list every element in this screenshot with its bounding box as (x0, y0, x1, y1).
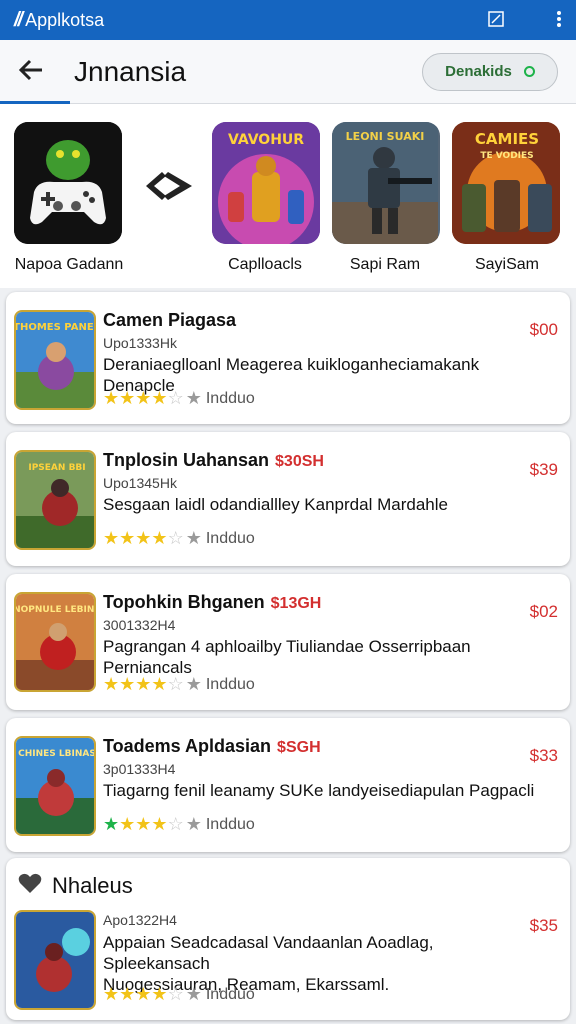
thumb-text: NOPNULE LEBINS (16, 605, 96, 615)
thumb-text: THOMES PANES (16, 322, 96, 333)
rating-label: Indduo (205, 389, 255, 407)
item-description: Tiagarng fenil leanamy SUKe landyeisedia… (103, 781, 535, 800)
item-id: 3001332H4 (103, 617, 176, 633)
star-rating: ★ ★ ★ ★ ☆ ★ Indduo (103, 984, 255, 1004)
thumb-text: CHINES LBINAS (18, 749, 96, 759)
carousel-item-4[interactable]: CAMIES TE VODIES (452, 122, 560, 244)
star-rating: ★ ★ ★ ★ ☆ ★ Indduo (103, 388, 255, 408)
carousel-item-3[interactable]: LEONI SUAKI (332, 122, 440, 244)
carousel-item-1[interactable] (14, 122, 122, 244)
rating-label: Indduo (205, 675, 255, 693)
rating-label: Indduo (205, 985, 255, 1003)
thumb-text: IPSEAN BBI (28, 463, 85, 473)
carousel-label: Sapi Ram (349, 256, 421, 273)
price-tag: $30SH (275, 453, 324, 470)
heart-icon[interactable] (18, 872, 42, 900)
star-rating: ★ ★ ★ ★ ☆ ★ Indduo (103, 814, 255, 834)
game-thumbnail (14, 910, 96, 1010)
back-arrow-icon[interactable] (18, 56, 58, 88)
favorites-section: Nhaleus Apo1322H4 Appaian Seadcadasal Va… (6, 858, 570, 1020)
gamepad-mascot-icon (14, 122, 122, 244)
list-item[interactable]: THOMES PANES Camen Piagasa Upo1333Hk Der… (6, 292, 570, 424)
item-price: $39 (529, 460, 558, 479)
game-thumbnail: IPSEAN BBI (14, 450, 96, 550)
item-title: Toadems Apldasian $SGH (103, 736, 321, 756)
carousel-next-icon[interactable] (142, 164, 196, 208)
item-price: $35 (529, 916, 558, 935)
carousel-label: Napoa Gadann (14, 256, 124, 273)
item-id: Upo1345Hk (103, 475, 177, 491)
carousel-label: Caplloacls (228, 256, 302, 273)
rating-label: Indduo (205, 815, 255, 833)
item-price: $33 (529, 746, 558, 765)
game-thumbnail: THOMES PANES (14, 310, 96, 410)
list-item[interactable]: CHINES LBINAS Toadems Apldasian $SGH 3p01… (6, 718, 570, 852)
item-id: Apo1322H4 (103, 912, 177, 928)
carousel-label: SayiSam (474, 256, 540, 273)
price-tag: $SGH (277, 739, 321, 756)
item-id: Upo1333Hk (103, 335, 177, 351)
star-rating: ★ ★ ★ ★ ☆ ★ Indduo (103, 674, 255, 694)
app-bar: // Applkotsa (0, 0, 576, 40)
game-thumbnail: NOPNULE LEBINS (14, 592, 96, 692)
list-item[interactable]: IPSEAN BBI Tnplosin Uahansan $30SH Upo134… (6, 432, 570, 566)
art-text: LEONI SUAKI (346, 130, 425, 143)
filter-pill-button[interactable]: Denakids (422, 52, 558, 91)
page-header: Jnnansia Denakids (0, 40, 576, 104)
rating-label: Indduo (205, 529, 255, 547)
price-tag: $13GH (270, 595, 322, 612)
pill-label: Denakids (445, 63, 512, 80)
item-title: Camen Piagasa (103, 310, 237, 330)
featured-carousel: Napoa Gadann VAVOHUR Caplloacls LEONI SU… (0, 104, 576, 288)
edit-icon[interactable] (488, 10, 504, 30)
item-id: 3p01333H4 (103, 761, 176, 777)
section-header: Nhaleus (18, 872, 133, 900)
art-text: TE VODIES (480, 151, 533, 161)
game-thumbnail: CHINES LBINAS (14, 736, 96, 836)
star-rating: ★ ★ ★ ★ ☆ ★ Indduo (103, 528, 255, 548)
item-description: Pagrangan 4 aphloailby Tiuliandae Osserr… (103, 637, 471, 677)
item-title: Topohkin Bhganen $13GH (103, 592, 322, 612)
page-title: Jnnansia (74, 55, 187, 87)
status-dot-icon (523, 66, 535, 77)
art-text: VAVOHUR (228, 132, 304, 148)
carousel-item-2[interactable]: VAVOHUR (212, 122, 320, 244)
list-item[interactable]: NOPNULE LEBINS Topohkin Bhganen $13GH 300… (6, 574, 570, 710)
brand-logo-icon: // (14, 8, 23, 31)
section-title: Nhaleus (52, 873, 133, 898)
item-price: $00 (529, 320, 558, 339)
more-vert-icon[interactable] (556, 10, 562, 31)
item-title: Tnplosin Uahansan $30SH (103, 450, 324, 470)
art-text: CAMIES (475, 130, 539, 148)
item-price: $02 (529, 602, 558, 621)
app-brand-name: Applkotsa (25, 9, 105, 30)
item-description: Sesgaan laidl odandiallley Kanprdal Mard… (103, 495, 448, 514)
